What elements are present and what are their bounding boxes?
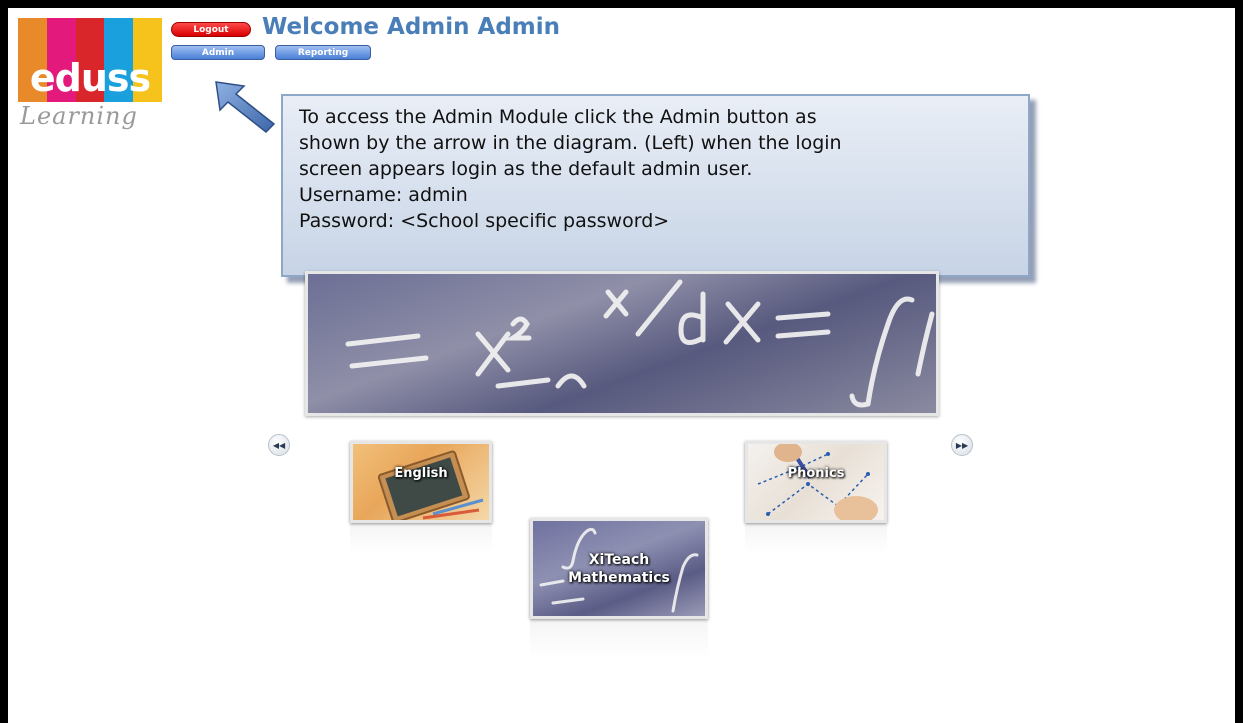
logout-button[interactable]: Logout bbox=[171, 22, 251, 37]
logo-tagline: Learning bbox=[20, 102, 138, 130]
tile-label: XiTeach bbox=[588, 552, 650, 568]
logo-wordmark: eduss bbox=[29, 56, 151, 100]
dot-to-dot-illustration bbox=[757, 444, 878, 520]
tile-reflection bbox=[745, 524, 887, 554]
welcome-title: Welcome Admin Admin bbox=[262, 14, 561, 40]
reporting-button[interactable]: Reporting bbox=[275, 45, 371, 60]
callout-line: Username: admin bbox=[299, 184, 468, 206]
callout-line: Password: <School specific password> bbox=[299, 210, 670, 232]
rewind-icon: ◀◀ bbox=[272, 441, 286, 450]
admin-button[interactable]: Admin bbox=[171, 45, 265, 60]
xiteach-mathematics-course-tile[interactable]: XiTeach Mathematics bbox=[530, 518, 708, 619]
eduss-logo: eduss Learning bbox=[18, 18, 162, 130]
pointer-arrow-icon bbox=[215, 81, 276, 134]
math-banner-image bbox=[305, 271, 939, 416]
callout-line: screen appears login as the default admi… bbox=[299, 158, 753, 180]
chalk-math-illustration bbox=[539, 527, 699, 613]
english-course-tile[interactable]: English bbox=[350, 441, 492, 523]
instruction-callout: To access the Admin Module click the Adm… bbox=[281, 94, 1030, 277]
phonics-course-tile[interactable]: Phonics bbox=[745, 441, 887, 523]
tile-label: Phonics bbox=[787, 466, 845, 481]
callout-line: To access the Admin Module click the Adm… bbox=[299, 106, 817, 128]
tile-label: Mathematics bbox=[568, 570, 670, 586]
slate-illustration bbox=[377, 450, 484, 520]
fast-forward-icon: ▶▶ bbox=[955, 441, 969, 450]
carousel-next-button[interactable]: ▶▶ bbox=[951, 434, 973, 456]
tile-label: English bbox=[394, 466, 448, 481]
carousel-prev-button[interactable]: ◀◀ bbox=[268, 434, 290, 456]
tile-reflection bbox=[530, 620, 708, 658]
callout-line: shown by the arrow in the diagram. (Left… bbox=[299, 132, 842, 154]
tile-reflection bbox=[350, 524, 492, 554]
